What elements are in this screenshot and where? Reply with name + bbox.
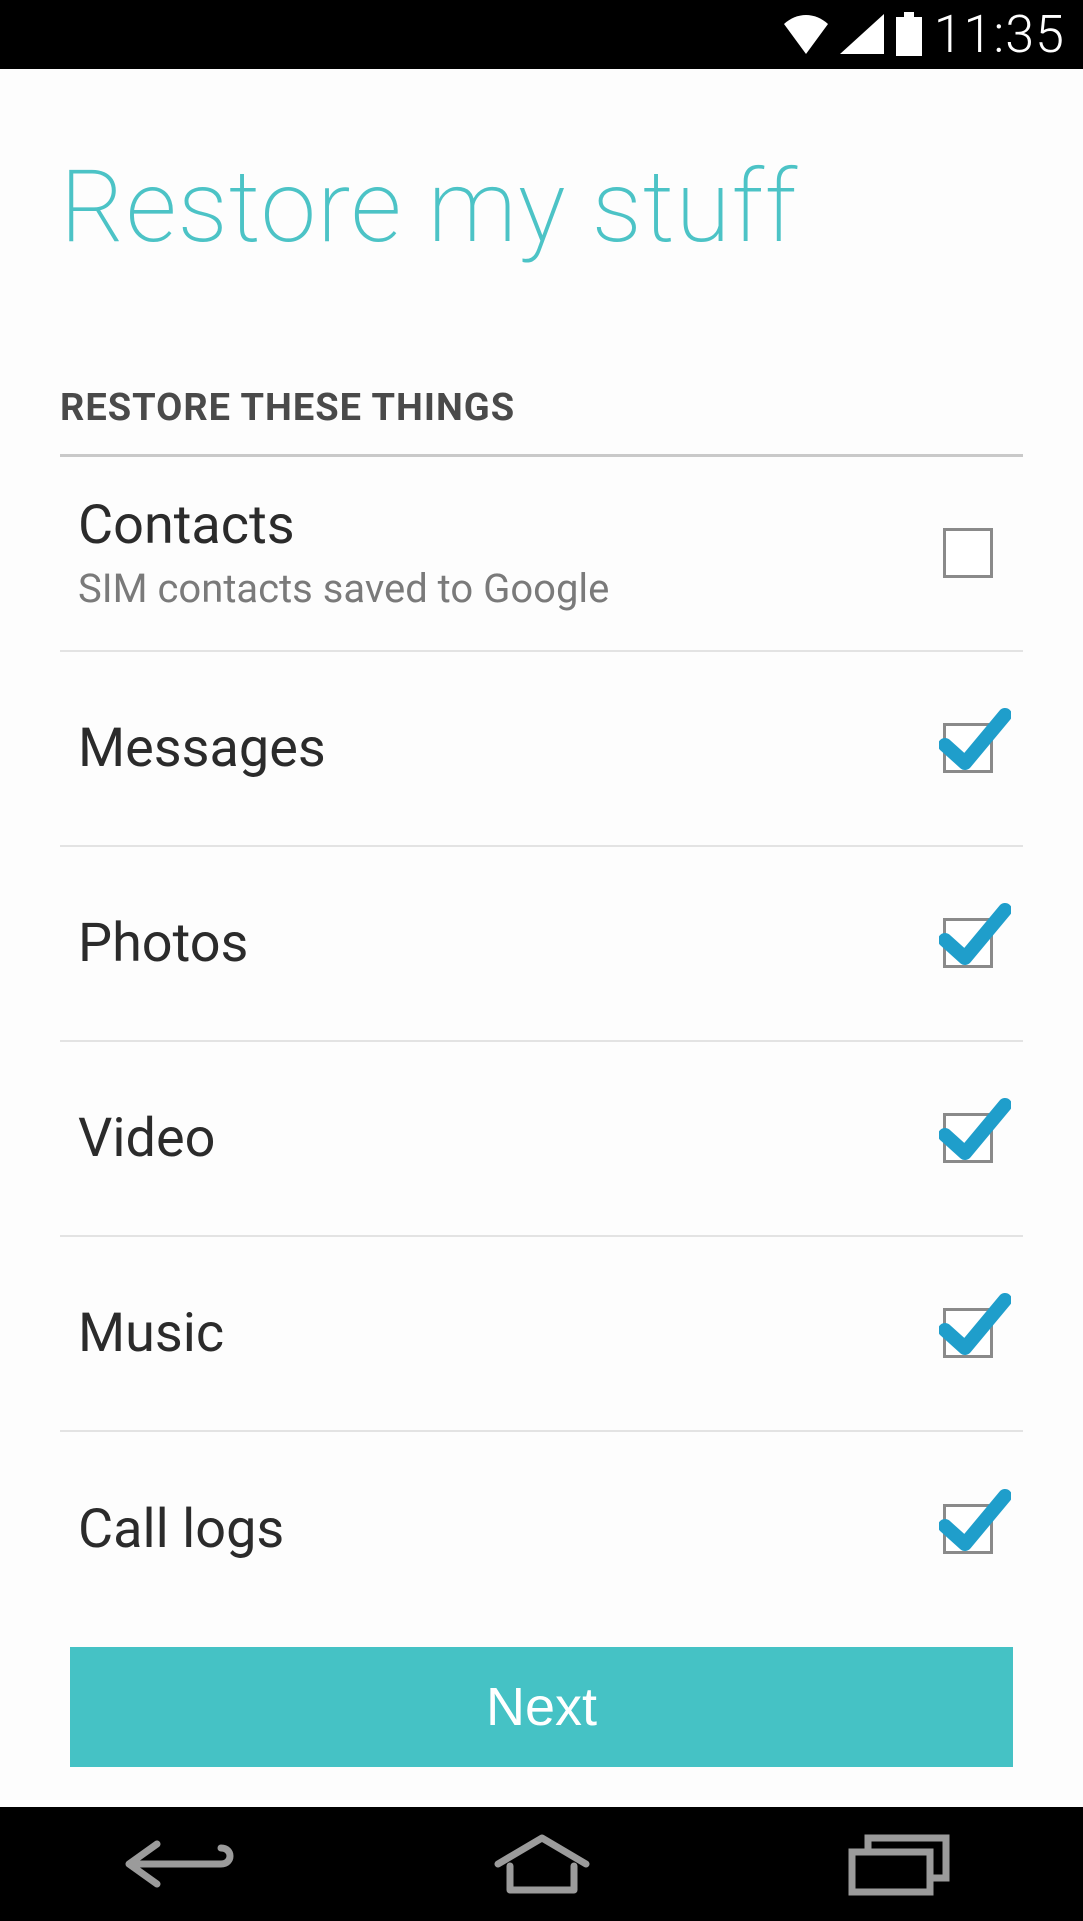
item-title: Photos bbox=[78, 912, 248, 975]
navigation-bar bbox=[0, 1807, 1083, 1921]
checkbox-messages[interactable] bbox=[943, 723, 993, 773]
item-title: Video bbox=[78, 1107, 215, 1170]
restore-items-list: Contacts SIM contacts saved to Google Me… bbox=[60, 457, 1023, 1627]
restore-item-music[interactable]: Music bbox=[60, 1237, 1023, 1432]
restore-item-video[interactable]: Video bbox=[60, 1042, 1023, 1237]
back-icon bbox=[121, 1832, 241, 1896]
recent-apps-button[interactable] bbox=[823, 1824, 983, 1904]
checkbox-photos[interactable] bbox=[943, 918, 993, 968]
checkbox-video[interactable] bbox=[943, 1113, 993, 1163]
restore-item-photos[interactable]: Photos bbox=[60, 847, 1023, 1042]
item-title: Contacts bbox=[78, 494, 609, 557]
item-title: Call logs bbox=[78, 1498, 284, 1561]
item-title: Music bbox=[78, 1302, 224, 1365]
home-button[interactable] bbox=[462, 1824, 622, 1904]
item-title: Messages bbox=[78, 717, 326, 780]
checkbox-music[interactable] bbox=[943, 1308, 993, 1358]
status-time: 11:35 bbox=[934, 4, 1065, 65]
home-icon bbox=[492, 1832, 592, 1896]
section-header: RESTORE THESE THINGS bbox=[60, 386, 1023, 457]
restore-item-messages[interactable]: Messages bbox=[60, 652, 1023, 847]
checkbox-contacts[interactable] bbox=[943, 528, 993, 578]
battery-icon bbox=[894, 12, 924, 56]
back-button[interactable] bbox=[101, 1824, 261, 1904]
page-title: Restore my stuff bbox=[60, 149, 1023, 266]
recent-apps-icon bbox=[848, 1832, 958, 1896]
restore-item-contacts[interactable]: Contacts SIM contacts saved to Google bbox=[60, 457, 1023, 652]
next-button[interactable]: Next bbox=[70, 1647, 1013, 1767]
content-area: Restore my stuff RESTORE THESE THINGS Co… bbox=[0, 69, 1083, 1807]
wifi-icon bbox=[782, 14, 830, 54]
cell-signal-icon bbox=[840, 14, 884, 54]
restore-item-call-logs[interactable]: Call logs bbox=[60, 1432, 1023, 1627]
checkbox-call-logs[interactable] bbox=[943, 1504, 993, 1554]
item-subtitle: SIM contacts saved to Google bbox=[78, 565, 609, 612]
status-bar: 11:35 bbox=[0, 0, 1083, 69]
